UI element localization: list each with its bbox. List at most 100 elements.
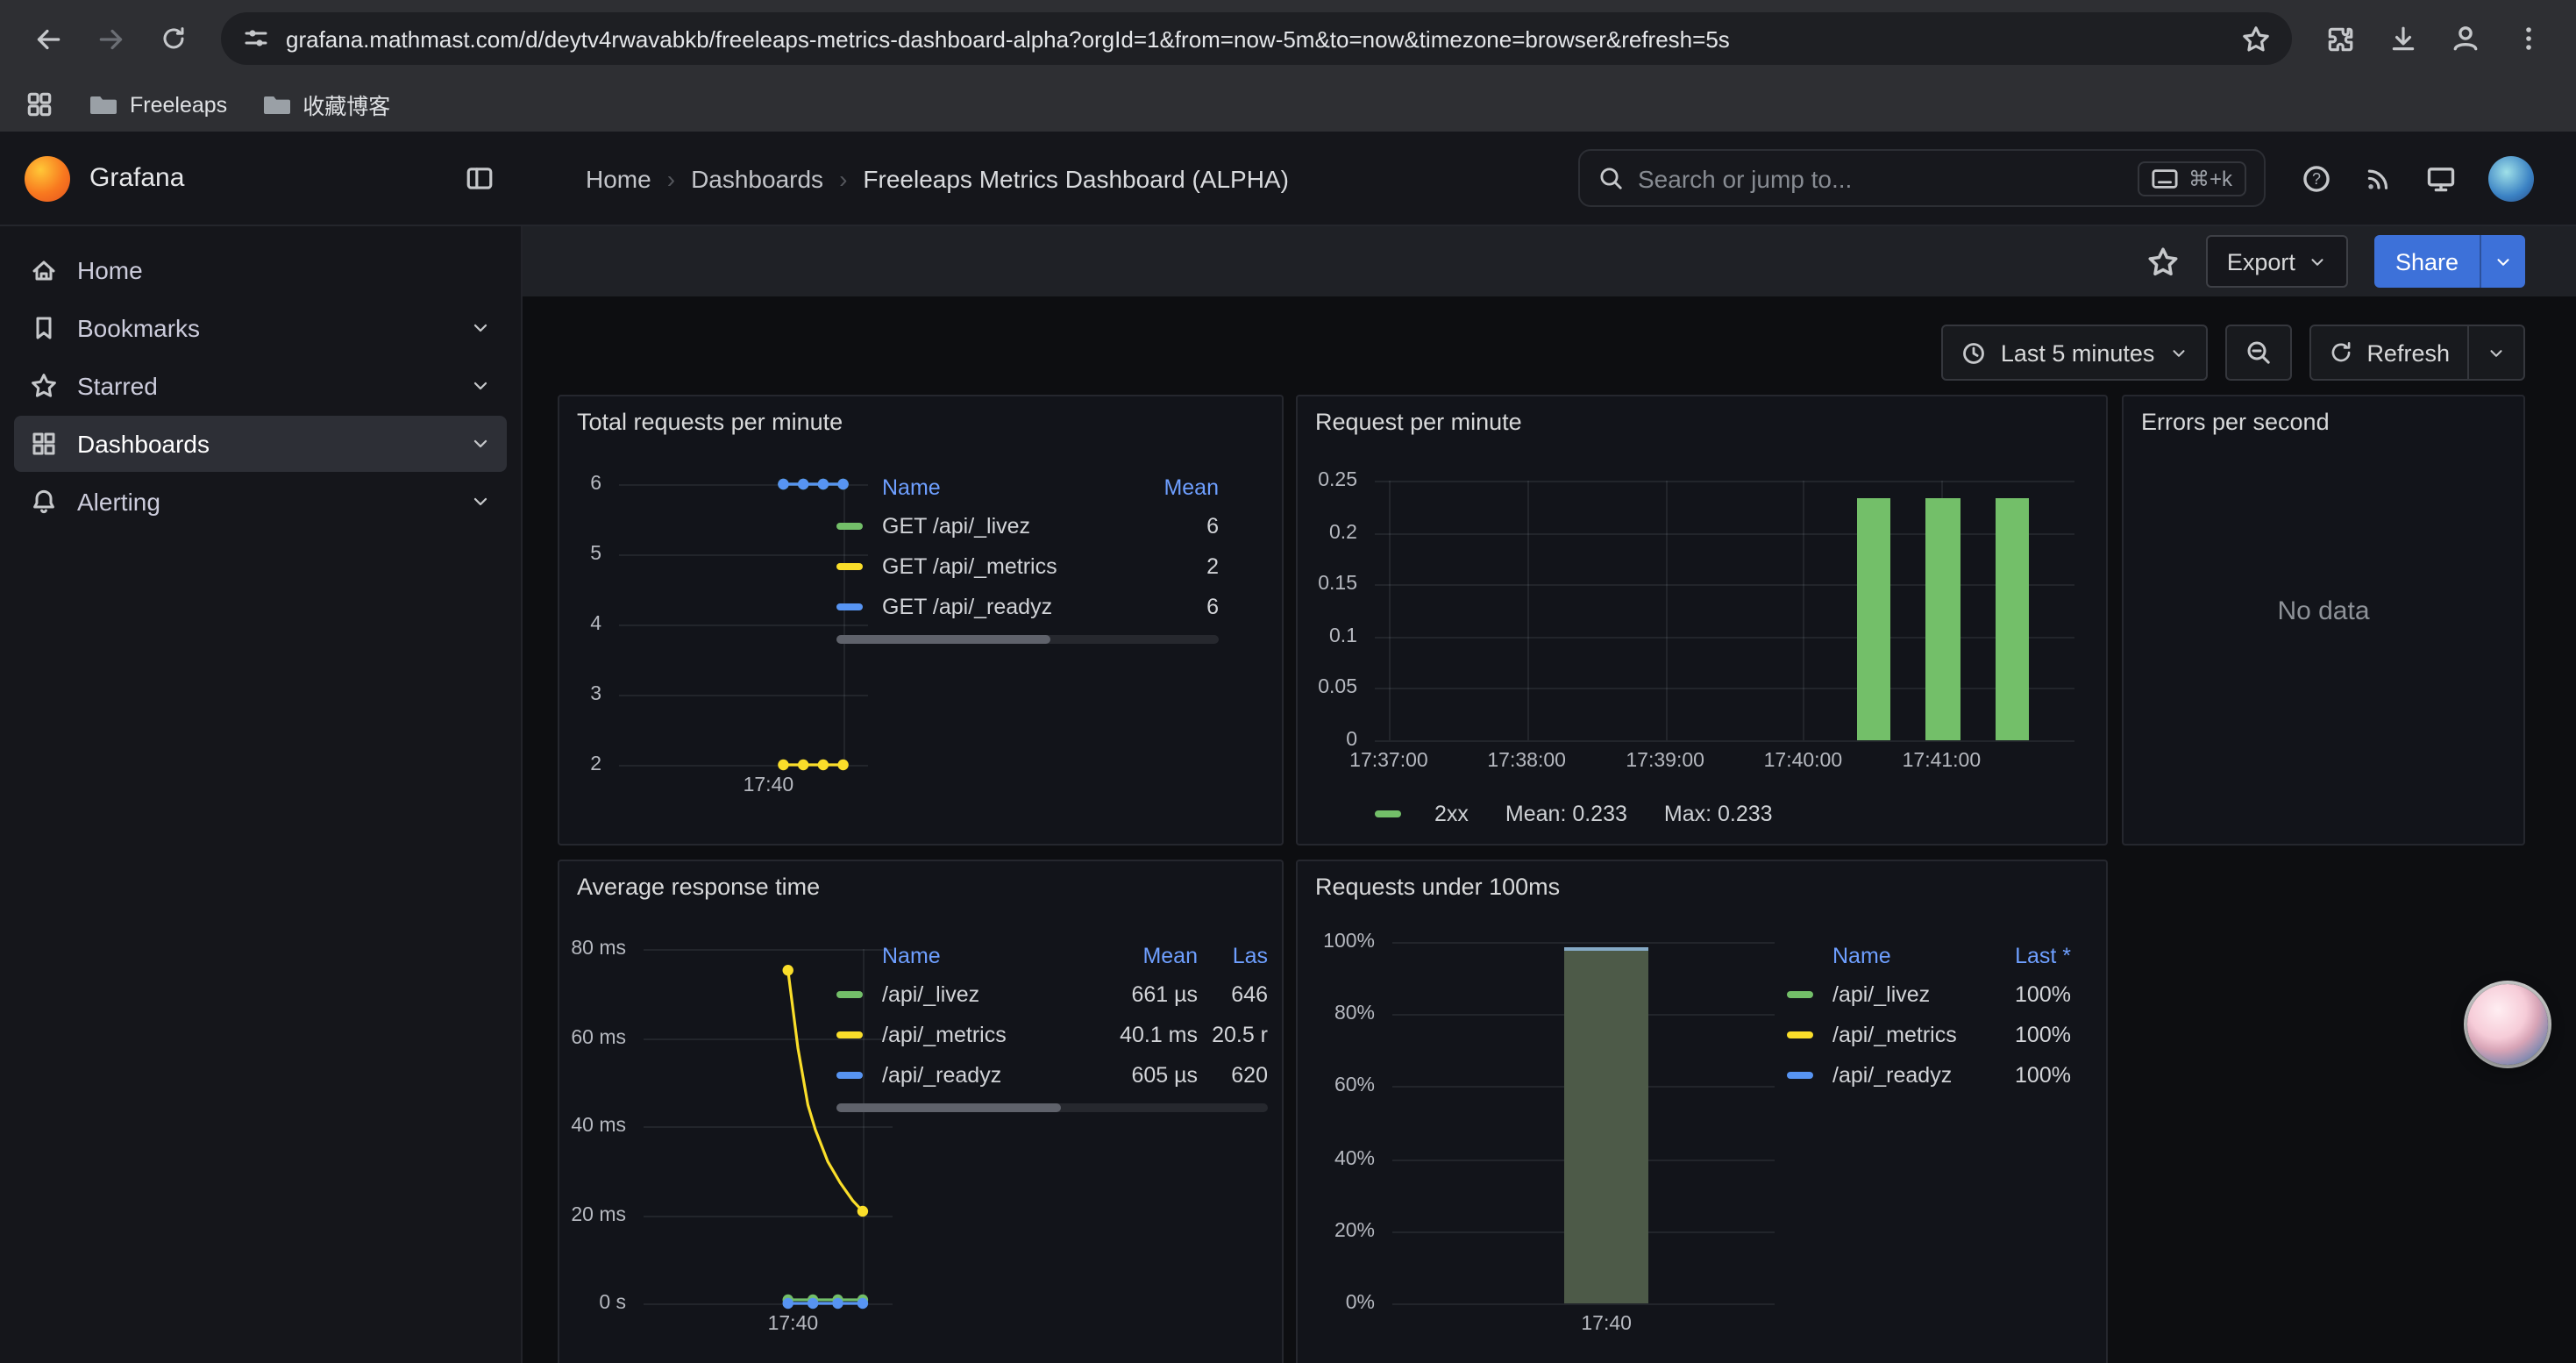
x-axis-label: 17:41:00 <box>1903 751 1982 772</box>
panel-title[interactable]: Total requests per minute <box>559 396 1282 449</box>
time-controls: Last 5 minutes Refresh <box>1941 325 2525 381</box>
panel-title[interactable]: Request per minute <box>1298 396 2106 449</box>
back-button[interactable] <box>18 9 77 68</box>
url-text[interactable]: grafana.mathmast.com/d/deytv4rwavabkb/fr… <box>286 25 2225 52</box>
breadcrumb-home[interactable]: Home <box>586 164 651 192</box>
sidebar-item-dashboards[interactable]: Dashboards <box>14 416 507 472</box>
series-color-icon <box>836 990 863 997</box>
legend-value: 6 <box>1124 594 1219 618</box>
downloads-button[interactable] <box>2373 9 2432 68</box>
panel-title[interactable]: Requests under 100ms <box>1298 861 2106 914</box>
bookmark-star-icon[interactable] <box>2241 24 2271 54</box>
refresh-button[interactable]: Refresh <box>2309 325 2525 381</box>
gridline <box>1665 481 1667 740</box>
extensions-button[interactable] <box>2309 9 2369 68</box>
legend-value: 20.5 r <box>1198 1022 1268 1046</box>
legend-series-name[interactable]: /api/_livez <box>1832 981 1976 1006</box>
export-button[interactable]: Export <box>2206 235 2348 288</box>
share-button[interactable]: Share <box>2374 235 2525 288</box>
bookmark-folder-blogs[interactable]: 收藏博客 <box>262 88 390 121</box>
gridline <box>1375 481 2074 482</box>
legend-row[interactable]: /api/_livez661 µs646 <box>836 974 1268 1014</box>
bell-icon <box>30 488 58 516</box>
legend-row[interactable]: GET /api/_metrics2 <box>836 546 1219 586</box>
x-axis: 17:40 <box>1392 1314 1775 1338</box>
bookmark-icon <box>30 314 58 342</box>
legend-row[interactable]: /api/_livez100% <box>1787 974 2071 1014</box>
zoom-out-button[interactable] <box>2224 325 2291 381</box>
legend-header-value[interactable]: Last * <box>1976 944 2071 968</box>
gridline <box>1392 1303 1775 1305</box>
legend-row[interactable]: /api/_metrics40.1 ms20.5 r <box>836 1014 1268 1054</box>
legend-item-stat: Mean: 0.233 <box>1505 802 1627 826</box>
legend-header-name[interactable]: Name <box>1787 944 1976 968</box>
legend-value: 40.1 ms <box>1099 1022 1198 1046</box>
legend-series-name[interactable]: /api/_livez <box>882 981 1099 1006</box>
legend-scrollbar[interactable] <box>836 1103 1268 1112</box>
bookmark-folder-freeleaps[interactable]: Freeleaps <box>89 90 227 118</box>
panel-title[interactable]: Errors per second <box>2124 396 2523 449</box>
share-menu-button[interactable] <box>2480 235 2525 288</box>
legend-header-value[interactable]: Mean <box>1099 944 1198 968</box>
browser-menu-button[interactable] <box>2499 9 2558 68</box>
time-range-picker[interactable]: Last 5 minutes <box>1941 325 2208 381</box>
keyboard-icon <box>2152 168 2178 189</box>
folder-icon <box>262 90 290 118</box>
legend-header-value[interactable]: Las <box>1198 944 1268 968</box>
legend-row[interactable]: GET /api/_livez6 <box>836 505 1219 546</box>
legend-series-name[interactable]: GET /api/_livez <box>882 513 1124 538</box>
time-range-label: Last 5 minutes <box>2001 339 2155 366</box>
sidebar-item-home[interactable]: Home <box>14 242 507 298</box>
user-avatar[interactable] <box>2488 155 2534 201</box>
panel-title[interactable]: Average response time <box>559 861 1282 914</box>
legend-header-value[interactable]: Mean <box>1124 475 1219 500</box>
apps-grid-icon[interactable] <box>25 89 54 119</box>
legend-header-name[interactable]: Name <box>836 475 1124 500</box>
sidebar-item-alerting[interactable]: Alerting <box>14 474 507 530</box>
profile-button[interactable] <box>2436 9 2495 68</box>
legend-row[interactable]: /api/_metrics100% <box>1787 1014 2071 1054</box>
favorite-star-icon[interactable] <box>2146 245 2180 278</box>
reload-button[interactable] <box>144 9 203 68</box>
forward-button[interactable] <box>81 9 140 68</box>
y-axis-label: 100% <box>1323 931 1375 953</box>
y-axis-label: 4 <box>590 614 601 635</box>
site-settings-icon <box>242 25 270 53</box>
search-box[interactable]: ⌘+k <box>1578 149 2266 207</box>
legend-series-name[interactable]: /api/_metrics <box>882 1022 1099 1046</box>
legend-series-name[interactable]: /api/_readyz <box>882 1062 1099 1087</box>
dock-sidebar-icon[interactable] <box>465 163 495 193</box>
help-icon[interactable]: ? <box>2301 162 2332 194</box>
legend-series-name[interactable]: GET /api/_readyz <box>882 594 1124 618</box>
chevron-down-icon <box>2487 343 2506 362</box>
legend-row[interactable]: /api/_readyz100% <box>1787 1054 2071 1095</box>
address-bar[interactable]: grafana.mathmast.com/d/deytv4rwavabkb/fr… <box>221 12 2292 65</box>
search-input[interactable] <box>1638 164 2124 192</box>
display-icon[interactable] <box>2425 162 2457 194</box>
grafana-logo[interactable] <box>25 155 70 201</box>
series-plot <box>619 484 868 765</box>
series-color-icon <box>1787 1071 1813 1078</box>
scrollbar-thumb[interactable] <box>836 1103 1061 1112</box>
legend-series-name[interactable]: /api/_readyz <box>1832 1062 1976 1087</box>
legend-row[interactable]: GET /api/_readyz6 <box>836 586 1219 626</box>
legend-scrollbar[interactable] <box>836 635 1219 644</box>
sidebar-item-bookmarks[interactable]: Bookmarks <box>14 300 507 356</box>
share-label: Share <box>2374 235 2480 288</box>
legend-row[interactable]: /api/_readyz605 µs620 <box>836 1054 1268 1095</box>
y-axis-label: 5 <box>590 544 601 565</box>
sidebar-item-label: Home <box>77 256 143 284</box>
breadcrumb-current: Freeleaps Metrics Dashboard (ALPHA) <box>863 164 1289 192</box>
breadcrumb-dashboards[interactable]: Dashboards <box>691 164 823 192</box>
news-rss-icon[interactable] <box>2364 163 2394 193</box>
assistant-avatar[interactable] <box>2467 984 2548 1065</box>
legend-series-name[interactable]: GET /api/_metrics <box>882 553 1124 578</box>
legend-item[interactable]: 2xxMean: 0.233Max: 0.233 <box>1375 802 1773 826</box>
legend-header-name[interactable]: Name <box>836 944 1099 968</box>
legend-series-name[interactable]: /api/_metrics <box>1832 1022 1976 1046</box>
sidebar-item-starred[interactable]: Starred <box>14 358 507 414</box>
scrollbar-thumb[interactable] <box>836 635 1050 644</box>
legend-header: NameLast * <box>1787 938 2071 974</box>
x-axis-label: 17:40 <box>744 775 794 796</box>
no-data-message: No data <box>2124 449 2523 774</box>
